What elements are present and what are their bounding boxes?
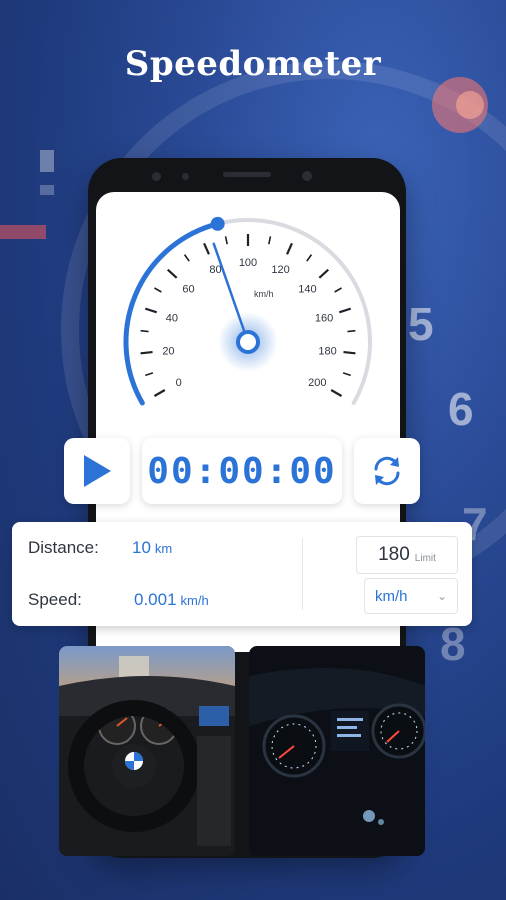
gauge-unit-label: km/h: [254, 289, 274, 299]
gauge-tick-label: 200: [308, 377, 326, 389]
play-icon: [84, 455, 111, 487]
refresh-icon: [374, 456, 400, 486]
phone-front-camera: [302, 171, 312, 181]
chevron-down-icon: ⌄: [436, 589, 447, 603]
distance-number: 10: [132, 538, 151, 557]
gauge-tick: [154, 287, 162, 293]
gauge-tick: [144, 307, 158, 314]
speed-label: Speed:: [28, 590, 82, 609]
gauge-tick: [338, 307, 352, 314]
gauge-tick: [167, 268, 178, 279]
gauge-tick: [268, 236, 272, 245]
reset-button[interactable]: [354, 438, 420, 504]
gauge-tick-label: 140: [298, 283, 316, 295]
gauge-tick: [330, 389, 343, 397]
distance-unit: km: [154, 541, 173, 556]
gauge-tick-label: 120: [271, 264, 289, 276]
gauge-tick: [153, 389, 166, 397]
gauge-tick: [183, 254, 190, 262]
limit-label: Limit: [414, 552, 436, 564]
gauge-tick: [347, 329, 356, 333]
distance-label: Distance:: [28, 538, 99, 557]
limit-value: 180: [378, 544, 410, 565]
phone-speaker: [223, 172, 271, 177]
gauge-tick: [203, 242, 210, 255]
gauge-tick: [145, 372, 154, 377]
gauge-tick-label: 100: [239, 257, 257, 269]
gauge-tick-label: 20: [162, 345, 174, 357]
gauge-tick: [286, 242, 293, 255]
timer-display: 00:00:00: [142, 438, 342, 504]
gauge-tick-label: 40: [166, 312, 178, 324]
gauge-tick: [140, 329, 149, 333]
phone-camera: [152, 172, 161, 181]
unit-selected-value: km/h: [375, 587, 408, 605]
gauge-tick: [343, 350, 356, 355]
gauge-tick: [334, 287, 342, 293]
gauge-arc-knob: [210, 216, 225, 231]
timer-text: 00:00:00: [147, 450, 337, 492]
gauge-tick-label: 180: [318, 345, 336, 357]
gauge-tick: [318, 268, 329, 279]
speed-unit: km/h: [180, 593, 209, 608]
page-title: Speedometer: [124, 44, 382, 84]
phone-sensor: [182, 173, 189, 180]
gauge-tick: [306, 254, 313, 262]
distance-value: 10 km: [132, 538, 172, 558]
gauge-hub: [236, 330, 260, 354]
gauge-tick-label: 60: [182, 283, 194, 295]
gauge-tick-label: 160: [315, 312, 333, 324]
stats-divider: [302, 538, 303, 610]
speed-limit-field[interactable]: 180 Limit: [356, 536, 458, 574]
car-interior-photo: [59, 646, 235, 856]
play-button[interactable]: [64, 438, 130, 504]
unit-dropdown[interactable]: km/h ⌄: [364, 578, 458, 614]
gauge-tick: [342, 372, 351, 377]
gauge-tick: [140, 350, 153, 355]
speedometer-gauge: 0 20 40 60 80 100 120 140 160 180 200 km/h: [123, 216, 372, 406]
speed-value: 0.001 km/h: [134, 590, 209, 610]
svg-text:5: 5: [408, 298, 434, 350]
speed-number: 0.001: [134, 590, 177, 609]
dashboard-night-photo: [249, 646, 425, 856]
gauge-tick-label: 80: [209, 264, 221, 276]
gauge-track: [124, 218, 372, 405]
gauge-tick-label: 0: [176, 377, 182, 389]
gauge-tick: [224, 236, 228, 245]
svg-text:6: 6: [448, 383, 474, 435]
